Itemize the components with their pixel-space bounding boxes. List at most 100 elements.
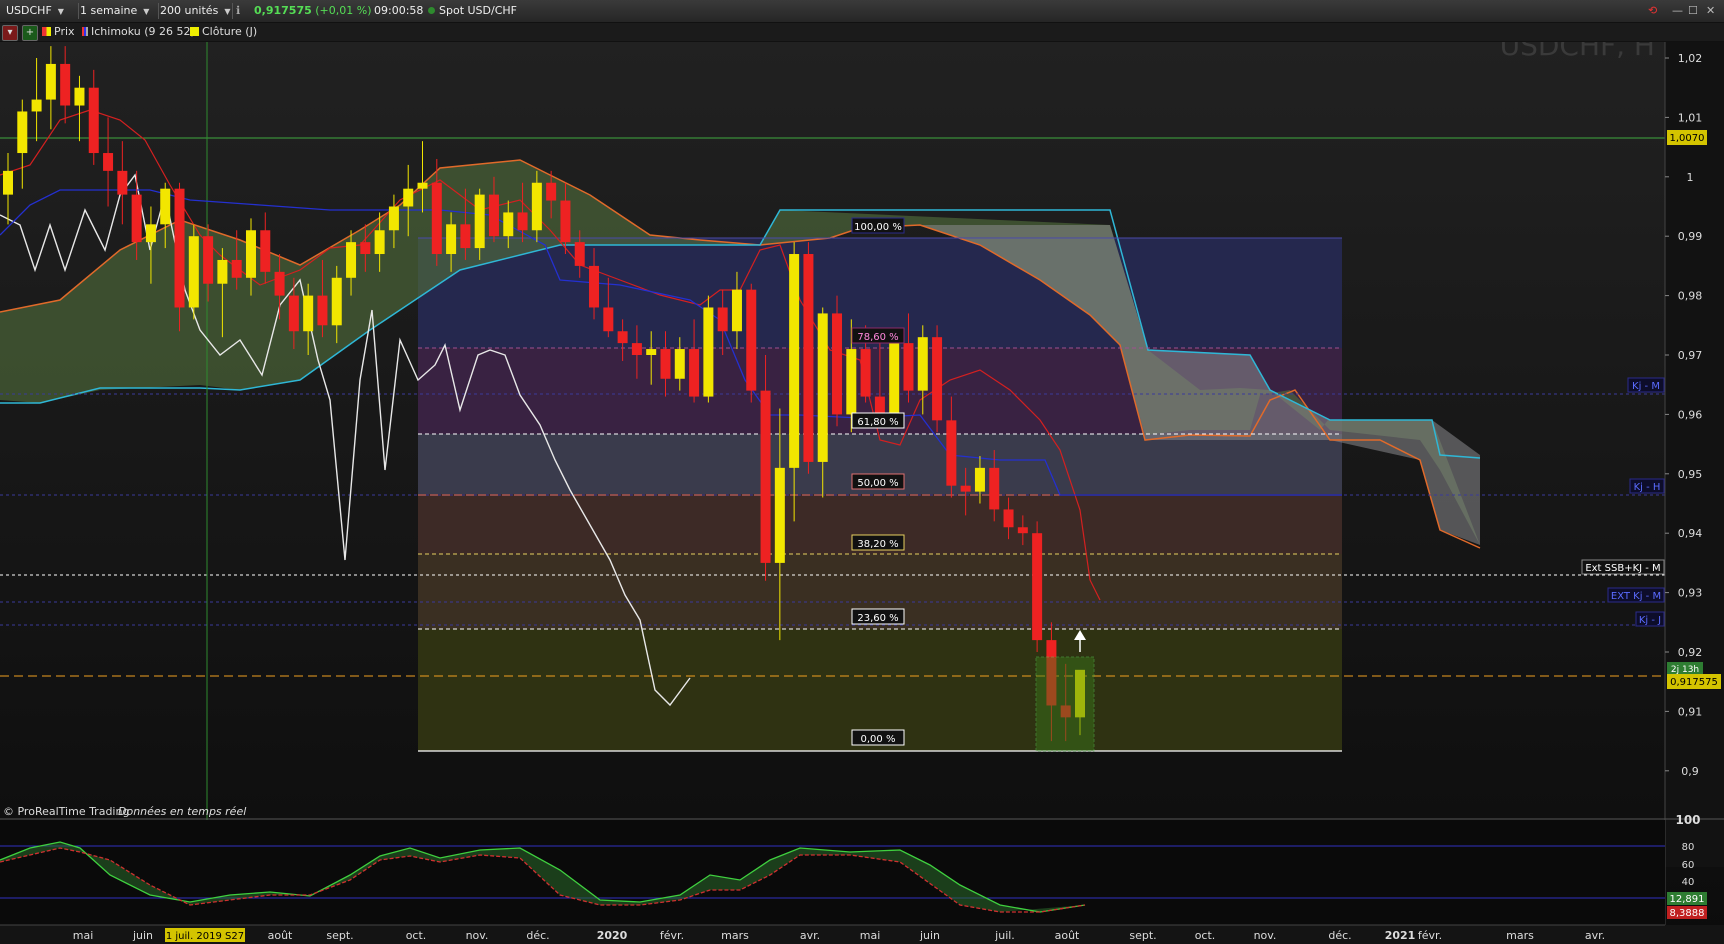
svg-text:23,60 %: 23,60 % [857, 613, 898, 624]
price-tick-label: 0,94 [1678, 527, 1703, 540]
add-indicator-icon[interactable]: + [22, 25, 38, 41]
time-tick-label: juin [919, 929, 940, 942]
price-tick-label: 0,98 [1678, 290, 1703, 303]
time-tick-label: déc. [526, 929, 549, 942]
info-icon[interactable]: ℹ [236, 3, 248, 19]
time-tick-label: 2021 [1385, 929, 1416, 942]
current-candle-box [1035, 656, 1095, 752]
osc-tick-label: 60 [1682, 860, 1695, 871]
fib-label: 50,00 % [851, 473, 905, 490]
fib-label: 0,00 % [851, 729, 905, 746]
price-tag-current: 0,917575 [1670, 677, 1718, 688]
top-toolbar: USDCHF ▼ 1 semaine ▼ 200 unités ▼ ℹ 0,91757… [0, 0, 1724, 23]
collapse-icon[interactable]: ▾ [2, 25, 18, 41]
time-tick-label: sept. [1129, 929, 1156, 942]
candle [703, 295, 714, 403]
price-tick-label: 0,93 [1678, 587, 1703, 600]
legend-cloture[interactable]: Clôture (J) [190, 25, 257, 39]
symbol-label: USDCHF [6, 4, 52, 17]
price-tick-label: 0,9 [1681, 765, 1699, 778]
timeframe-label: 1 semaine [80, 4, 138, 17]
price-tick-label: 0,92 [1678, 646, 1703, 659]
time-tick-label: déc. [1328, 929, 1351, 942]
price-readout: 0,917575 (+0,01 %) [254, 4, 372, 17]
close-icon[interactable]: ✕ [1706, 3, 1715, 19]
crosshair-date-label: 1 juil. 2019 S27 [166, 931, 244, 942]
units-label: 200 unités [160, 4, 219, 17]
instrument-label: Spot USD/CHF [428, 3, 517, 19]
price-color-icon [42, 27, 51, 36]
price-tick-label: 0,96 [1678, 408, 1703, 421]
chevron-down-icon: ▼ [143, 7, 150, 16]
chevron-down-icon: ▼ [57, 7, 64, 16]
svg-text:100,00 %: 100,00 % [854, 222, 902, 233]
candle [832, 295, 843, 427]
time-tick-label: mars [1506, 929, 1534, 942]
time-axis: mai juin août sept. oct. nov. déc. 2020 févr. mar… [0, 924, 1724, 944]
legend-ichimoku[interactable]: Ichimoku (9 26 52) [82, 25, 195, 39]
fib-label: 100,00 % [851, 217, 905, 234]
oscillator-panel: 10080604020 12,891 8,3888 [0, 813, 1724, 925]
label-kj-h: Kj - H [1634, 482, 1661, 493]
label-ext-ssb-kj-m: Ext SSB+KJ - M [1585, 563, 1660, 574]
price-tick-label: 0,99 [1678, 230, 1703, 243]
label-ext-kj-m: EXT Kj - M [1611, 591, 1661, 602]
chart-canvas[interactable]: 100,00 % 78,60 % 61,80 % 50,00 % 38,20 % 23,6… [0, 0, 1724, 944]
legend-prix[interactable]: Prix [42, 25, 75, 39]
units-select[interactable]: 200 unités ▼ [156, 3, 233, 19]
price-tick-label: 1 [1687, 171, 1694, 184]
svg-text:78,60 %: 78,60 % [857, 332, 898, 343]
candle [1032, 521, 1043, 652]
time-tick-label: août [1055, 929, 1080, 942]
price-tick-label: 0,95 [1678, 468, 1703, 481]
refresh-icon[interactable]: ⟲ [1648, 3, 1657, 19]
svg-text:50,00 %: 50,00 % [857, 478, 898, 489]
osc-tag-red: 8,3888 [1670, 908, 1705, 919]
time-tick-label: juil. [994, 929, 1015, 942]
time-tick-label: mai [860, 929, 881, 942]
candle [889, 331, 900, 427]
svg-text:0,00 %: 0,00 % [861, 734, 896, 745]
candle [746, 283, 757, 403]
chevron-down-icon: ▼ [224, 7, 231, 16]
candle [803, 242, 814, 474]
realtime-text: Données en temps réel [118, 805, 246, 818]
time-tick-label: oct. [1195, 929, 1216, 942]
time-tick-label: 2020 [597, 929, 628, 942]
time-tick-label: févr. [1418, 929, 1442, 942]
fib-label: 78,60 % [851, 327, 905, 344]
price-tag-upper: 1,0070 [1670, 133, 1705, 144]
timeframe-select[interactable]: 1 semaine ▼ [76, 3, 159, 19]
fib-label: 38,20 % [851, 534, 905, 551]
fib-label: 61,80 % [851, 412, 905, 429]
svg-text:61,80 %: 61,80 % [857, 417, 898, 428]
osc-tick-label: 100 [1675, 813, 1700, 827]
osc-tag-green: 12,891 [1670, 894, 1705, 905]
fib-label: 23,60 % [851, 608, 905, 625]
osc-tick-label: 80 [1682, 842, 1695, 853]
minimize-icon[interactable]: — [1672, 3, 1683, 19]
brand-text: © ProRealTime Trading [3, 805, 129, 818]
time-readout: 09:00:58 [374, 4, 424, 17]
candle [188, 224, 199, 320]
symbol-select[interactable]: USDCHF ▼ [2, 3, 79, 19]
maximize-icon[interactable]: ☐ [1688, 3, 1698, 19]
indicator-legend-bar: ▾ + Prix Ichimoku (9 26 52) Clôture (J) [0, 23, 1724, 42]
time-tick-label: oct. [406, 929, 427, 942]
time-tick-label: avr. [1585, 929, 1605, 942]
price-tick-label: 1,02 [1678, 52, 1703, 65]
time-tick-label: sept. [326, 929, 353, 942]
time-tick-label: août [268, 929, 293, 942]
time-tick-label: nov. [466, 929, 489, 942]
price-tick-label: 0,97 [1678, 349, 1703, 362]
time-tick-label: juin [132, 929, 153, 942]
label-kj-m: Kj - M [1632, 381, 1660, 392]
price-tick-label: 1,01 [1678, 111, 1703, 124]
time-tick-label: févr. [660, 929, 684, 942]
ichimoku-color-icon [82, 27, 88, 36]
svg-text:38,20 %: 38,20 % [857, 539, 898, 550]
close-color-icon [190, 27, 199, 36]
time-tick-label: mars [721, 929, 749, 942]
candle [932, 325, 943, 433]
price-tick-label: 0,91 [1678, 705, 1703, 718]
